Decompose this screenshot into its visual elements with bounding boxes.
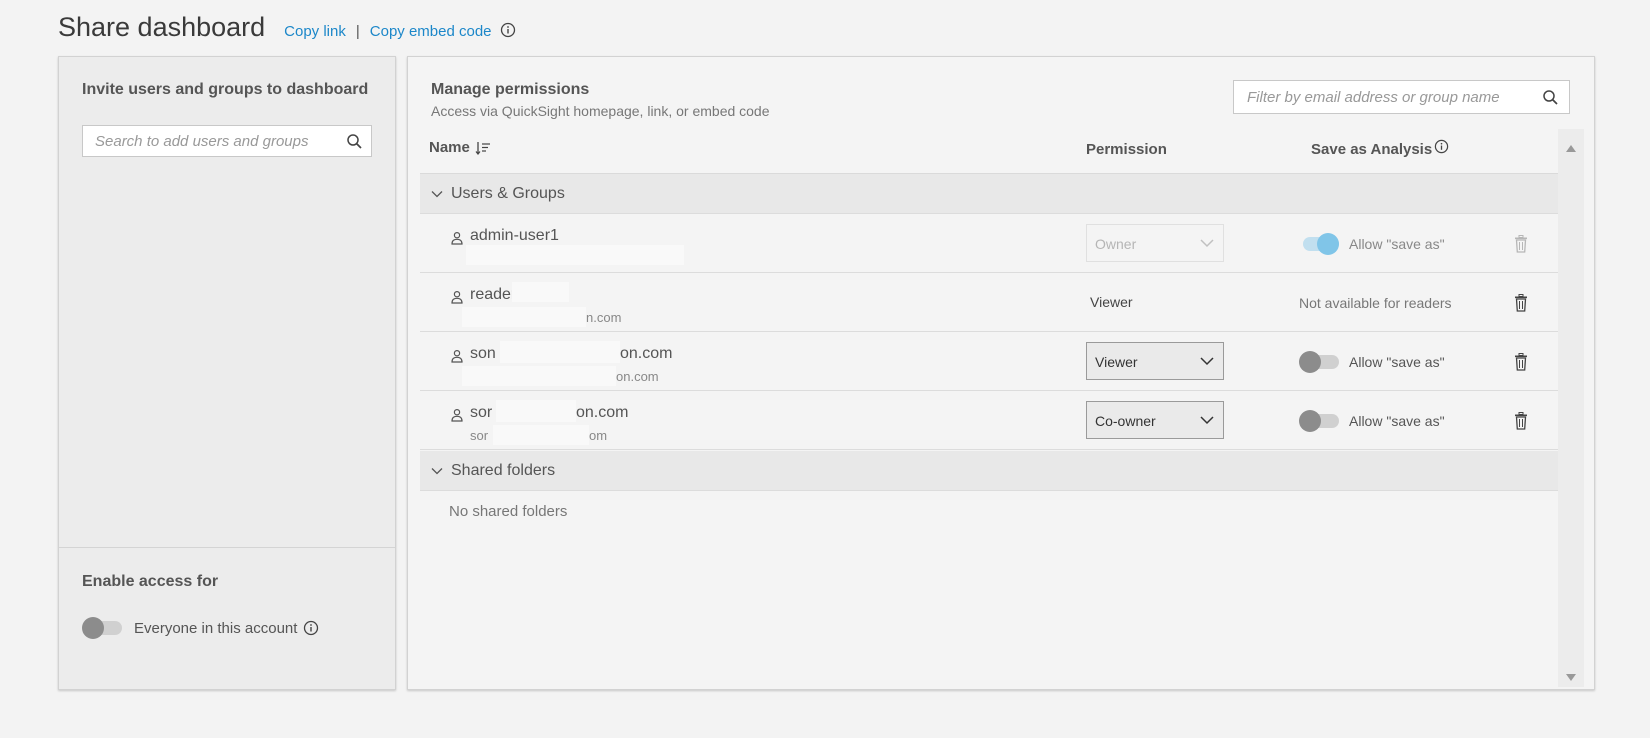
- group-label: Shared folders: [451, 461, 556, 479]
- user-icon: [450, 408, 464, 422]
- chevron-down-icon: [1199, 354, 1215, 368]
- save-as-unavailable: Not available for readers: [1299, 295, 1452, 311]
- user-icon: [450, 290, 464, 304]
- column-save-as-label: Save as Analysis: [1311, 141, 1433, 158]
- save-as-cell: Allow "save as": [1299, 233, 1445, 255]
- redacted-email: [466, 245, 684, 265]
- filter-input[interactable]: [1247, 89, 1537, 106]
- user-name: sor: [470, 404, 493, 421]
- save-as-toggle[interactable]: [1299, 410, 1339, 432]
- column-header-save-as: Save as Analysis: [1311, 139, 1449, 158]
- redacted-name: [496, 400, 576, 422]
- trash-icon[interactable]: [1513, 412, 1529, 430]
- redacted-email: [493, 425, 589, 445]
- scroll-down-icon[interactable]: [1566, 669, 1576, 681]
- invite-title: Invite users and groups to dashboard: [82, 81, 369, 98]
- save-as-label: Allow "save as": [1349, 236, 1445, 252]
- copy-embed-code-link[interactable]: Copy embed code: [370, 23, 492, 40]
- invite-panel: Invite users and groups to dashboard Ena…: [58, 56, 396, 690]
- link-separator: |: [355, 23, 360, 40]
- user-email: sor: [470, 428, 489, 443]
- save-as-toggle[interactable]: [1299, 351, 1339, 373]
- permissions-table: Name Permission Save as Analysis Users &…: [420, 129, 1558, 687]
- user-email: on.com: [616, 369, 659, 384]
- chevron-down-icon: [430, 464, 444, 478]
- group-label: Users & Groups: [451, 184, 565, 202]
- page-header: Share dashboard Copy link | Copy embed c…: [58, 12, 516, 43]
- search-icon[interactable]: [346, 133, 363, 150]
- sort-icon[interactable]: [475, 140, 491, 156]
- vertical-scrollbar[interactable]: [1558, 129, 1584, 687]
- manage-permissions-panel: Manage permissions Access via QuickSight…: [407, 56, 1595, 690]
- everyone-toggle[interactable]: [82, 617, 122, 639]
- user-search-box: [82, 125, 372, 157]
- copy-link[interactable]: Copy link: [284, 23, 346, 40]
- user-icon: [450, 231, 464, 245]
- permission-select[interactable]: Co-owner: [1086, 401, 1224, 439]
- permission-value: Viewer: [1090, 294, 1133, 310]
- redacted-name: [500, 341, 620, 363]
- table-row: admin-user1 Owner Allow "save as": [420, 215, 1558, 273]
- group-users-and-groups[interactable]: Users & Groups: [420, 174, 1558, 214]
- panel-divider: [59, 547, 395, 548]
- user-name-end: on.com: [620, 345, 673, 362]
- table-row: son on.com on.com Viewer Allow "save as": [420, 333, 1558, 391]
- page-title: Share dashboard: [58, 12, 266, 42]
- trash-icon: [1513, 235, 1529, 253]
- filter-box: [1233, 80, 1570, 114]
- everyone-access-row: Everyone in this account: [82, 617, 319, 639]
- table-row: sor on.com sor om Co-owner Allow "save a…: [420, 392, 1558, 450]
- user-name: reader: [470, 286, 517, 303]
- save-as-toggle[interactable]: [1299, 233, 1339, 255]
- no-shared-folders-text: No shared folders: [449, 503, 568, 520]
- manage-permissions-title: Manage permissions: [431, 81, 590, 98]
- info-icon[interactable]: [500, 22, 516, 38]
- group-shared-folders[interactable]: Shared folders: [420, 451, 1558, 491]
- manage-permissions-subtitle: Access via QuickSight homepage, link, or…: [431, 103, 770, 119]
- column-header-permission: Permission: [1086, 141, 1167, 158]
- save-as-label: Allow "save as": [1349, 354, 1445, 370]
- column-name-label: Name: [429, 139, 470, 156]
- enable-access-title: Enable access for: [82, 573, 219, 590]
- save-as-label: Allow "save as": [1349, 413, 1445, 429]
- chevron-down-icon: [1199, 413, 1215, 427]
- redacted-name: [512, 282, 569, 302]
- user-name-end: on.com: [576, 404, 629, 421]
- redacted-email: [462, 366, 616, 386]
- user-email: n.com: [586, 310, 622, 325]
- chevron-down-icon: [1199, 236, 1215, 250]
- scroll-up-icon[interactable]: [1566, 139, 1576, 152]
- user-search-input[interactable]: [95, 132, 341, 150]
- user-name: son: [470, 345, 496, 362]
- search-icon[interactable]: [1542, 89, 1559, 106]
- save-as-cell: Allow "save as": [1299, 410, 1445, 432]
- info-icon[interactable]: [303, 620, 319, 636]
- info-icon[interactable]: [1434, 139, 1449, 154]
- table-row: reader n.com Viewer Not available for re…: [420, 274, 1558, 332]
- everyone-label: Everyone in this account: [134, 619, 298, 637]
- chevron-down-icon: [430, 187, 444, 201]
- redacted-email: [462, 307, 586, 327]
- permission-value: Owner: [1095, 236, 1137, 252]
- trash-icon[interactable]: [1513, 353, 1529, 371]
- trash-icon[interactable]: [1513, 294, 1529, 312]
- user-email-end: om: [589, 428, 608, 443]
- save-as-cell: Allow "save as": [1299, 351, 1445, 373]
- permission-value: Viewer: [1095, 354, 1138, 370]
- user-icon: [450, 349, 464, 363]
- column-header-name[interactable]: Name: [429, 139, 491, 156]
- permission-select: Owner: [1086, 224, 1224, 262]
- permission-select[interactable]: Viewer: [1086, 342, 1224, 380]
- user-name: admin-user1: [470, 227, 559, 244]
- permission-value: Co-owner: [1095, 413, 1156, 429]
